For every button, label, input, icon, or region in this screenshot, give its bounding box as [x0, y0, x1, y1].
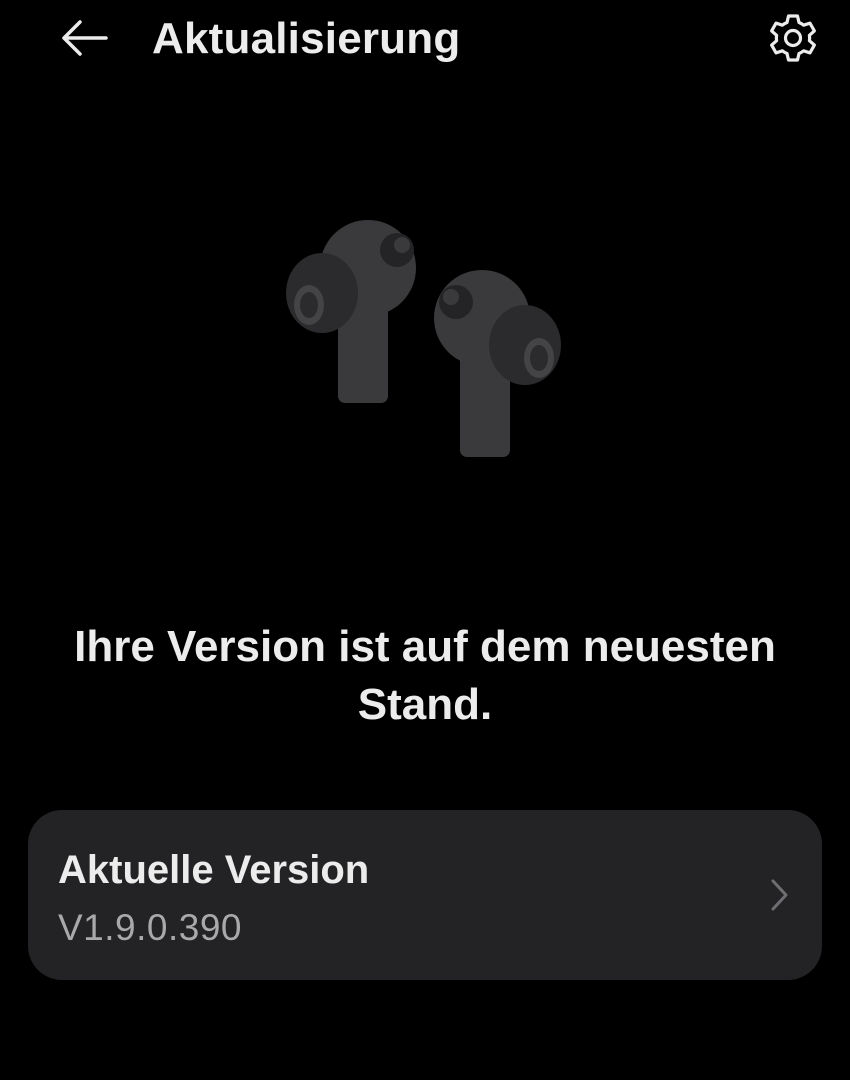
arrow-left-icon	[62, 20, 108, 56]
top-app-bar: Aktualisierung	[0, 0, 850, 80]
earbuds-illustration	[280, 210, 570, 470]
left-earbud	[286, 220, 416, 403]
current-version-label: Aktuelle Version	[58, 848, 370, 892]
update-status-message: Ihre Version ist auf dem neuesten Stand.	[74, 622, 776, 729]
chevron-right-icon	[771, 879, 788, 911]
settings-button[interactable]	[764, 10, 822, 66]
gear-icon	[770, 14, 816, 62]
page-title: Aktualisierung	[152, 14, 461, 63]
right-earbud	[434, 270, 561, 457]
back-button[interactable]	[56, 12, 112, 64]
current-version-value: V1.9.0.390	[58, 907, 242, 948]
current-version-card[interactable]: Aktuelle Version V1.9.0.390	[28, 810, 822, 980]
